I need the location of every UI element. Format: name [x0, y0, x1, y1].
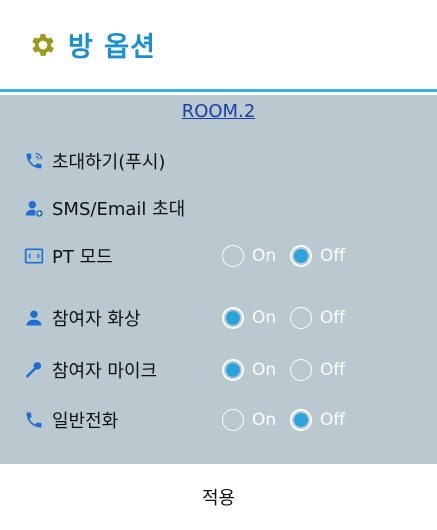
- dialog-header: 방 옵션: [0, 0, 437, 92]
- pt-mode-off-radio[interactable]: [290, 245, 312, 267]
- off-label: Off: [320, 308, 346, 328]
- microphone-icon: [26, 362, 42, 378]
- option-label: 참여자 마이크: [52, 361, 158, 382]
- phone-call-on-radio[interactable]: [222, 409, 244, 431]
- participant-video-off-radio[interactable]: [290, 307, 312, 329]
- option-participant-mic: 참여자 마이크: [24, 355, 157, 385]
- on-label: On: [252, 246, 277, 266]
- room-link[interactable]: ROOM.2: [0, 101, 437, 122]
- phone-ring-icon: [26, 152, 43, 169]
- on-label: On: [252, 410, 277, 430]
- phone-icon: [26, 412, 42, 428]
- room-options-dialog: 방 옵션 ROOM.2 초대하기(푸시) SMS/Email 초대 PT 모드 …: [0, 0, 437, 530]
- invite-push-button[interactable]: 초대하기(푸시): [24, 146, 165, 176]
- sms-email-invite-button[interactable]: SMS/Email 초대: [24, 193, 185, 223]
- screen-icon: [24, 248, 44, 264]
- apply-button[interactable]: 적용: [202, 484, 235, 510]
- invite-push-label: 초대하기(푸시): [52, 152, 166, 173]
- option-participant-video: 참여자 화상: [24, 303, 141, 333]
- sms-email-invite-label: SMS/Email 초대: [52, 199, 186, 220]
- off-label: Off: [320, 360, 346, 380]
- off-label: Off: [320, 410, 346, 430]
- participant-mic-on-radio[interactable]: [222, 359, 244, 381]
- pt-mode-on-radio[interactable]: [222, 245, 244, 267]
- person-icon: [26, 310, 42, 326]
- option-phone-call: 일반전화: [24, 405, 118, 435]
- off-label: Off: [320, 246, 346, 266]
- participant-video-radio-group: On Off: [222, 303, 345, 333]
- on-label: On: [252, 308, 277, 328]
- phone-call-radio-group: On Off: [222, 405, 345, 435]
- participant-mic-off-radio[interactable]: [290, 359, 312, 381]
- participant-mic-radio-group: On Off: [222, 355, 345, 385]
- participant-video-on-radio[interactable]: [222, 307, 244, 329]
- dialog-footer: 적용: [0, 464, 437, 530]
- on-label: On: [252, 360, 277, 380]
- add-person-icon: [25, 200, 43, 217]
- gear-icon: [32, 33, 54, 56]
- dialog-title: 방 옵션: [68, 32, 156, 63]
- option-label: 참여자 화상: [52, 309, 141, 330]
- options-panel: ROOM.2 초대하기(푸시) SMS/Email 초대 PT 모드 On Of…: [0, 95, 437, 464]
- option-label: 일반전화: [52, 411, 119, 432]
- option-label: PT 모드: [52, 247, 113, 268]
- phone-call-off-radio[interactable]: [290, 409, 312, 431]
- option-pt-mode: PT 모드: [24, 241, 113, 271]
- pt-mode-radio-group: On Off: [222, 241, 345, 271]
